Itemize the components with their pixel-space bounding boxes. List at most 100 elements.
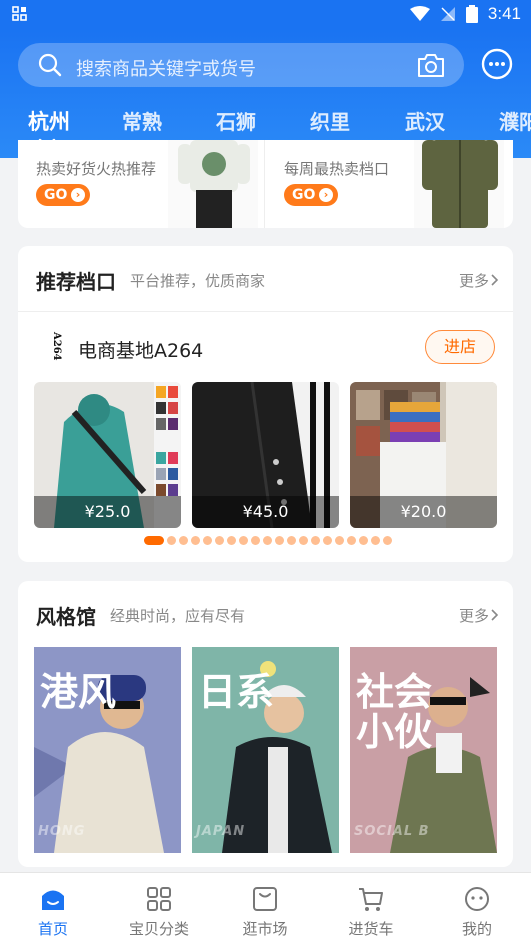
section-title: 风格馆 [36,605,96,629]
style-tile-hongkong[interactable]: 港风 HONG [34,647,181,853]
carousel-dot[interactable] [359,536,368,545]
model-photo [168,140,258,228]
nav-label: 逛市场 [242,920,288,938]
shopping-bag-icon [253,887,277,911]
search-placeholder: 搜索商品关键字或货号 [76,59,256,80]
style-tiles: 港风 HONG 日系 JAPAN 社会 小伙 SOCIAL B [34,647,499,853]
nav-label: 我的 [461,920,492,938]
section-header: 风格馆 经典时尚，应有尽有 更多 [18,581,513,647]
more-link[interactable]: 更多 [459,270,489,291]
arrow-right-icon: › [71,188,85,202]
more-link[interactable]: 更多 [459,605,489,626]
camera-icon[interactable] [416,51,446,79]
carousel-dot[interactable] [144,536,164,545]
go-button[interactable]: GO › [36,184,90,206]
enter-store-button[interactable]: 进店 [425,330,495,364]
nav-cart[interactable]: 进货车 [318,873,424,944]
stall-name: 电商基地A264 [78,340,204,362]
search-icon [38,53,62,77]
status-time: 3:41 [487,4,521,23]
status-bar: 3:41 [0,0,531,28]
carousel-dot[interactable] [311,536,320,545]
stall-logo: A264 [51,332,62,361]
carousel-dot[interactable] [383,536,392,545]
carousel-dot[interactable] [167,536,176,545]
message-icon[interactable] [481,48,513,80]
style-tile-label: 港风 [40,670,117,714]
section-subtitle: 平台推荐，优质商家 [130,272,266,290]
promo-hot-goods[interactable]: 热卖好货火热推荐 GO › [18,140,265,228]
carousel-dot[interactable] [347,536,356,545]
chevron-right-icon [491,274,499,286]
carousel-dot[interactable] [251,536,260,545]
style-tile-ghost-text: JAPAN [196,824,246,839]
carousel-dot[interactable] [191,536,200,545]
carousel-dot[interactable] [299,536,308,545]
home-icon [42,890,64,910]
style-tile-label: 日系 [198,670,275,714]
city-tab-zhili[interactable]: 织里 [310,106,350,135]
carousel-dot[interactable] [335,536,344,545]
style-tile-label: 社会 小伙 [356,670,433,754]
city-tab-hangzhou[interactable]: 杭州 [28,106,70,136]
carousel-dot[interactable] [203,536,212,545]
arrow-right-icon: › [319,188,333,202]
promo-weekly-hot[interactable]: 每周最热卖档口 GO › [266,140,513,228]
city-tab-puyang[interactable]: 濮阳 [499,106,531,135]
style-tile-ghost-text: HONG [38,824,86,839]
section-title: 推荐档口 [36,270,116,294]
recommended-stalls-card: 推荐档口 平台推荐，优质商家 更多 A264 电商基地A264 进店 ¥25.0… [18,246,513,562]
carousel-dot[interactable] [275,536,284,545]
nav-label: 宝贝分类 [128,920,189,938]
city-tab-wuhan[interactable]: 武汉 [405,106,445,135]
product-price: ¥25.0 [34,496,181,528]
wifi-icon [409,6,430,21]
carousel-dot[interactable] [287,536,296,545]
nav-label: 进货车 [348,920,394,938]
cart-icon [359,888,383,911]
promo-right-text: 每周最热卖档口 [284,160,390,178]
model-photo [414,140,504,228]
app-grid-icon [12,6,27,21]
city-tab-shishi[interactable]: 石狮 [216,106,256,135]
product-card[interactable]: ¥20.0 [350,382,497,528]
go-label: GO [292,187,316,203]
product-price: ¥20.0 [350,496,497,528]
style-tile-japanese[interactable]: 日系 JAPAN [192,647,339,853]
carousel-dot[interactable] [323,536,332,545]
carousel-dot[interactable] [227,536,236,545]
carousel-dot[interactable] [215,536,224,545]
nav-profile[interactable]: 我的 [424,873,530,944]
carousel-dot[interactable] [239,536,248,545]
style-tile-ghost-text: SOCIAL B [354,824,430,839]
section-subtitle: 经典时尚，应有尽有 [110,607,246,625]
battery-icon [465,5,478,23]
signal-icon [440,7,455,21]
stall-row[interactable]: A264 电商基地A264 进店 [18,312,513,382]
bottom-nav: 首页 宝贝分类 逛市场 进货车 我的 [0,872,531,944]
chevron-right-icon [491,609,499,621]
product-list: ¥25.0 ¥45.0 ¥20.0 [34,382,499,528]
nav-home[interactable]: 首页 [0,873,106,944]
product-card[interactable]: ¥25.0 [34,382,181,528]
nav-label: 首页 [37,920,68,938]
section-header: 推荐档口 平台推荐，优质商家 更多 [18,246,513,312]
carousel-dot[interactable] [179,536,188,545]
go-button[interactable]: GO › [284,184,338,206]
search-bar[interactable]: 搜索商品关键字或货号 [18,43,464,87]
style-tile-social-guy[interactable]: 社会 小伙 SOCIAL B [350,647,497,853]
go-label: GO [44,187,68,203]
profile-icon [465,887,489,911]
product-price: ¥45.0 [192,496,339,528]
promo-left-text: 热卖好货火热推荐 [36,160,157,178]
city-tab-changshu[interactable]: 常熟 [122,106,162,135]
carousel-dot[interactable] [263,536,272,545]
header: 搜索商品关键字或货号 杭州 常熟 石狮 织里 武汉 濮阳 [0,28,531,158]
carousel-dot[interactable] [371,536,380,545]
nav-market[interactable]: 逛市场 [212,873,318,944]
promo-card: 热卖好货火热推荐 GO › 每周最热卖档口 GO › [18,140,513,228]
grid-icon [147,887,171,911]
style-hall-card: 风格馆 经典时尚，应有尽有 更多 港风 HONG 日系 JAPAN 社会 小伙 … [18,581,513,867]
nav-categories[interactable]: 宝贝分类 [106,873,212,944]
product-card[interactable]: ¥45.0 [192,382,339,528]
